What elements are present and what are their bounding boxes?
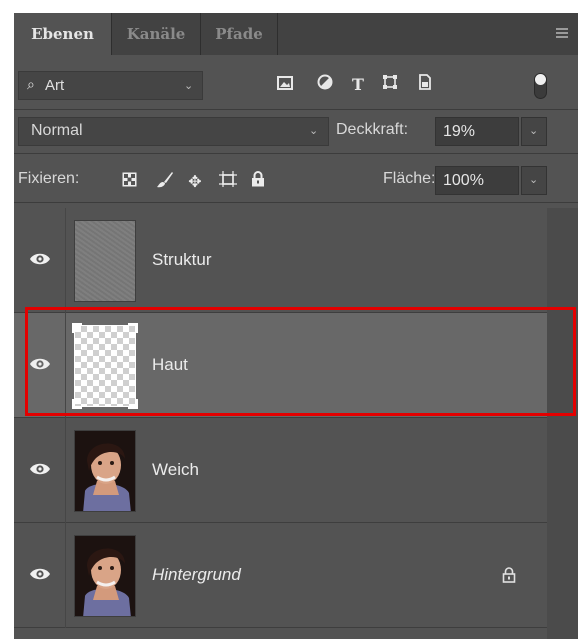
adjustment-filter-icon[interactable]: [314, 74, 336, 96]
portrait-thumbnail-image: [75, 431, 135, 511]
layer-row-struktur[interactable]: Struktur: [14, 208, 547, 313]
chevron-down-icon: ⌄: [529, 173, 539, 186]
image-filter-icon[interactable]: [274, 74, 296, 96]
tab-pfade[interactable]: Pfade: [201, 13, 278, 55]
layer-thumbnail[interactable]: [74, 430, 136, 512]
panel-menu-icon[interactable]: [556, 28, 568, 38]
lock-image-pixels-brush-icon[interactable]: [154, 171, 176, 193]
lock-artboard-icon[interactable]: [217, 171, 239, 193]
fill-input[interactable]: 100%: [435, 166, 519, 195]
chevron-down-icon: ⌄: [184, 79, 194, 92]
layer-row-weich[interactable]: Weich: [14, 418, 547, 523]
visibility-cell[interactable]: [14, 208, 66, 313]
layer-lock-icon[interactable]: [502, 567, 516, 583]
lock-position-move-icon[interactable]: ✥: [184, 171, 206, 193]
eye-visibility-icon[interactable]: [28, 565, 52, 583]
layer-thumbnail[interactable]: [74, 220, 136, 302]
annotation-highlight-box: [25, 307, 576, 416]
shape-filter-icon[interactable]: [379, 74, 401, 96]
opacity-label: Deckkraft:: [336, 121, 409, 138]
opacity-slider-button[interactable]: ⌄: [521, 117, 547, 146]
visibility-cell[interactable]: [14, 523, 66, 628]
opacity-input[interactable]: 19%: [435, 117, 519, 146]
filter-row: ⌕ Art ⌄ T: [14, 67, 578, 105]
lock-all-icon[interactable]: [247, 171, 269, 193]
portrait-thumbnail-image: [75, 536, 135, 616]
tab-ebenen[interactable]: Ebenen: [14, 13, 112, 55]
layer-name[interactable]: Weich: [152, 460, 199, 480]
visibility-cell[interactable]: [14, 418, 66, 523]
eye-visibility-icon[interactable]: [28, 460, 52, 478]
layer-name[interactable]: Hintergrund: [152, 565, 241, 585]
divider: [14, 109, 578, 110]
search-icon: ⌕: [27, 77, 35, 93]
filter-toggle-switch[interactable]: [534, 73, 547, 99]
divider: [14, 202, 578, 203]
lock-transparent-pixels-icon[interactable]: [118, 171, 140, 193]
layer-filter-select[interactable]: ⌕ Art ⌄: [18, 71, 203, 100]
eye-visibility-icon[interactable]: [28, 250, 52, 268]
panel-tab-bar: Ebenen Kanäle Pfade: [14, 13, 578, 55]
blend-mode-select[interactable]: Normal ⌄: [18, 117, 329, 146]
fill-label: Fläche:: [383, 170, 436, 187]
tab-kanaele[interactable]: Kanäle: [112, 13, 201, 55]
fill-slider-button[interactable]: ⌄: [521, 166, 547, 195]
chevron-down-icon: ⌄: [529, 124, 539, 137]
layer-list: Struktur Haut Weich Hintergrund: [14, 208, 547, 639]
lock-label: Fixieren:: [18, 170, 80, 187]
blend-mode-value: Normal: [31, 122, 83, 139]
divider: [14, 153, 578, 154]
layer-name[interactable]: Struktur: [152, 250, 212, 270]
type-filter-icon[interactable]: T: [347, 74, 369, 96]
filter-kind-value: Art: [45, 77, 65, 94]
layer-list-scrollbar[interactable]: [547, 208, 578, 639]
layer-thumbnail[interactable]: [74, 535, 136, 617]
chevron-down-icon: ⌄: [309, 124, 319, 137]
layer-row-hintergrund[interactable]: Hintergrund: [14, 523, 547, 628]
smart-object-filter-icon[interactable]: [414, 74, 436, 96]
